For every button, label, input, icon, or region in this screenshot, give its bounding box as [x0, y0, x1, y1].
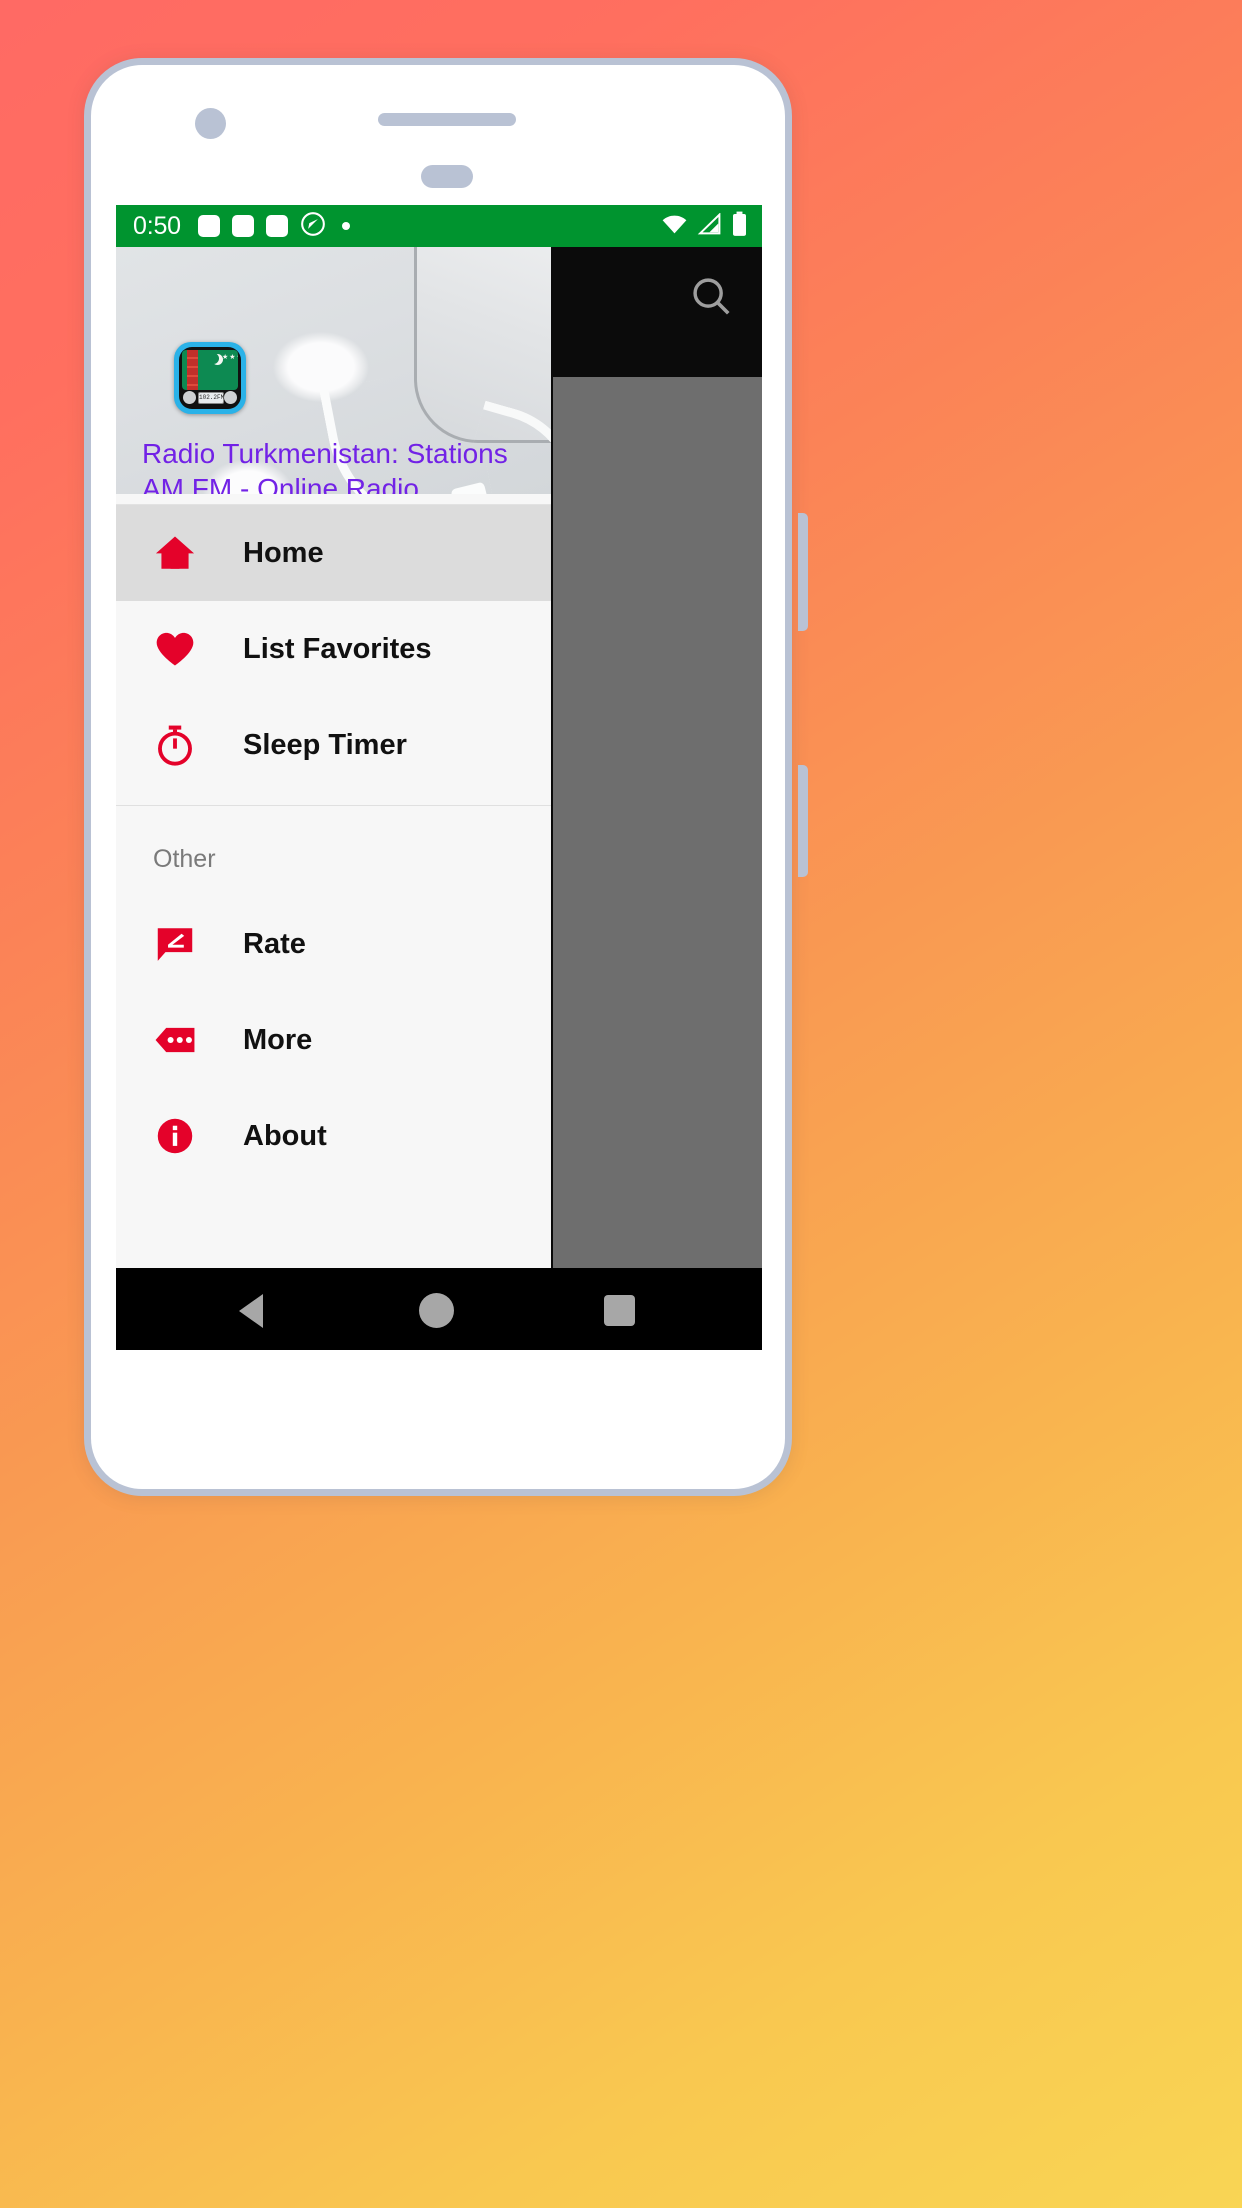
notification-square-icon	[265, 215, 288, 237]
radio-knob	[183, 391, 196, 404]
battery-icon	[731, 211, 748, 242]
stopwatch-icon	[153, 723, 205, 767]
radio-turkmenistan-app-icon: ★★★★★ 102.2FM	[174, 342, 246, 414]
notification-square-icon	[197, 215, 220, 237]
notification-dot-icon	[341, 222, 350, 230]
notification-square-icon	[231, 215, 254, 237]
sidebar-item-label: List Favorites	[243, 632, 432, 665]
sidebar-item-label: About	[243, 1119, 327, 1152]
front-camera	[195, 108, 226, 139]
status-clock: 0:50	[133, 211, 181, 240]
info-icon	[153, 1114, 205, 1158]
navigation-drawer: ★★★★★ 102.2FM Radio Turkmenistan: Statio…	[116, 247, 553, 1350]
recents-square-icon[interactable]	[604, 1295, 635, 1326]
android-navigation-bar	[116, 1268, 762, 1350]
drawer-section-label-other: Other	[153, 845, 216, 873]
drawer-header: ★★★★★ 102.2FM Radio Turkmenistan: Statio…	[116, 247, 551, 494]
back-triangle-icon[interactable]	[239, 1294, 263, 1328]
more-tag-icon	[153, 1018, 205, 1062]
sidebar-item-sleep-timer[interactable]: Sleep Timer	[116, 697, 551, 793]
status-bar: 0:50	[116, 205, 762, 247]
sidebar-item-home[interactable]: Home	[116, 505, 551, 601]
cell-signal-icon	[697, 211, 722, 240]
wifi-icon	[661, 213, 688, 240]
location-icon	[300, 211, 326, 242]
phone-screen: 0:50 ★★ 102.2FM Radio Turkmenistan: Stat…	[116, 205, 762, 1350]
radio-knob	[224, 391, 237, 404]
sidebar-item-label: Rate	[243, 927, 306, 960]
proximity-sensor	[421, 165, 473, 188]
rate-comment-pencil-icon	[153, 922, 205, 966]
phone-device-frame: 0:50 ★★ 102.2FM Radio Turkmenistan: Stat…	[84, 58, 808, 1496]
sidebar-item-label: Sleep Timer	[243, 728, 407, 761]
home-circle-icon[interactable]	[419, 1293, 454, 1328]
heart-icon	[153, 627, 205, 671]
status-bar-right-icons	[661, 211, 748, 242]
home-icon	[153, 531, 205, 575]
sidebar-item-label: Home	[243, 536, 324, 569]
search-icon[interactable]	[688, 273, 734, 324]
power-button[interactable]	[798, 765, 808, 877]
earpiece-speaker	[378, 113, 516, 126]
sidebar-item-about[interactable]: About	[116, 1088, 551, 1184]
volume-button[interactable]	[798, 513, 808, 631]
drawer-app-title: Radio Turkmenistan: Stations AM FM - Onl…	[142, 438, 508, 494]
sidebar-item-label: More	[243, 1023, 313, 1056]
turkmenistan-flag-graphic: ★★★★★	[182, 350, 238, 390]
sidebar-item-rate[interactable]: Rate	[116, 896, 551, 992]
radio-frequency-display: 102.2FM	[198, 392, 224, 404]
sidebar-item-list-favorites[interactable]: List Favorites	[116, 601, 551, 697]
drawer-divider	[116, 494, 551, 505]
sidebar-item-more[interactable]: More	[116, 992, 551, 1088]
